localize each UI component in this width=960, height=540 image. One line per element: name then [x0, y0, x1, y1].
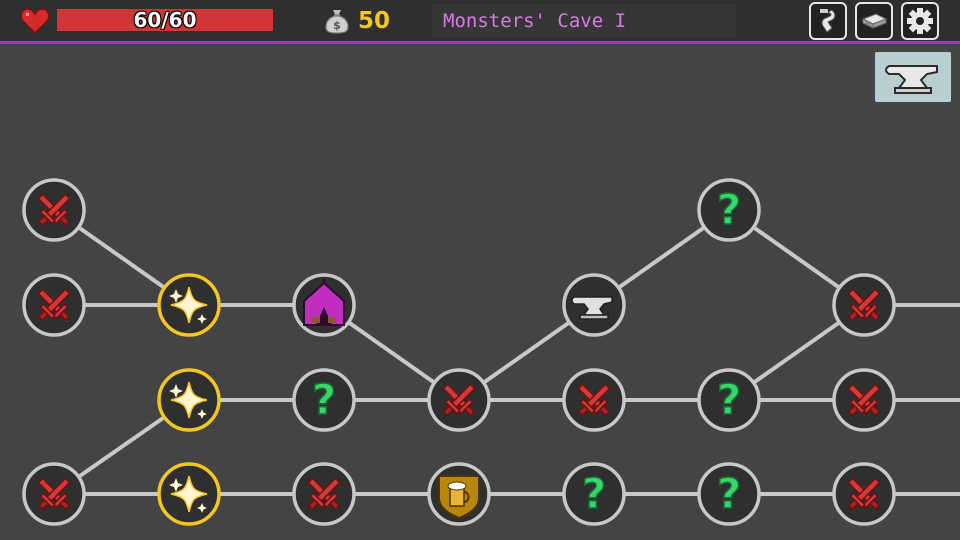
map-node-unknown[interactable]: ?	[697, 178, 761, 242]
map-node-battle[interactable]	[832, 273, 896, 337]
map-node-battle[interactable]	[832, 368, 896, 432]
top-bar: 60/60 $ 50 Monsters' Cave I	[0, 0, 960, 44]
question-mark-icon: ?	[717, 375, 741, 424]
book-icon	[861, 13, 888, 29]
map-node-battle[interactable]	[292, 462, 356, 526]
map-node-unknown[interactable]: ?	[562, 462, 626, 526]
health-text: 60/60	[133, 9, 197, 31]
map-node-forge[interactable]	[562, 273, 626, 337]
map-node-unknown[interactable]: ?	[697, 462, 761, 526]
map-node-battle[interactable]	[22, 462, 86, 526]
money-bag-icon: $	[325, 10, 349, 34]
location-title: Monsters' Cave I	[443, 10, 627, 32]
question-mark-icon: ?	[717, 185, 741, 234]
map-paths	[52, 208, 960, 496]
question-mark-icon: ?	[312, 375, 336, 424]
heart-icon	[20, 8, 50, 34]
map-node-battle[interactable]	[22, 273, 86, 337]
deck-button[interactable]	[809, 2, 847, 40]
map-node-battle[interactable]	[832, 462, 896, 526]
library-button[interactable]	[855, 2, 893, 40]
dungeon-map: ?????	[22, 178, 960, 526]
gold-counter: 50	[358, 8, 391, 34]
gear-icon	[907, 8, 933, 34]
map-node-battle[interactable]	[562, 368, 626, 432]
map-node-unknown[interactable]: ?	[292, 368, 356, 432]
question-mark-icon: ?	[582, 469, 606, 518]
anvil-icon	[885, 65, 938, 94]
hook-icon	[820, 9, 836, 33]
settings-button[interactable]	[901, 2, 939, 40]
map-node-treasure[interactable]	[157, 462, 221, 526]
health-bar: 60/60	[57, 9, 273, 31]
map-node-treasure[interactable]	[157, 368, 221, 432]
svg-text:$: $	[333, 19, 341, 32]
map-node-camp[interactable]	[292, 273, 356, 337]
map-node-unknown[interactable]: ?	[697, 368, 761, 432]
map-nodes: ?????	[22, 178, 896, 526]
question-mark-icon: ?	[717, 469, 741, 518]
map-node-treasure[interactable]	[157, 273, 221, 337]
map-node-tavern[interactable]	[427, 462, 491, 526]
map-node-battle[interactable]	[427, 368, 491, 432]
map-node-battle[interactable]	[22, 178, 86, 242]
forge-button[interactable]	[873, 50, 953, 104]
